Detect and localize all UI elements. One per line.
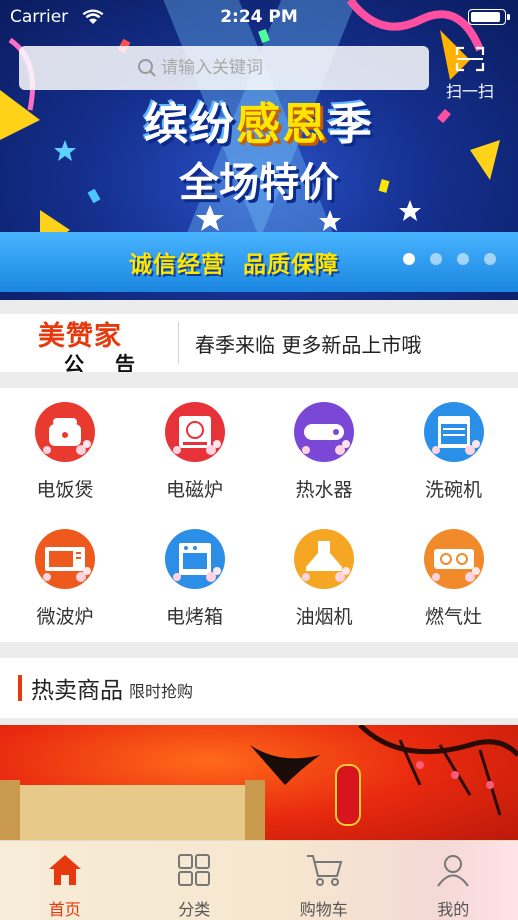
status-bar: Carrier 2:24 PM [0, 0, 518, 36]
battery-icon [468, 9, 510, 25]
carousel-dot[interactable] [484, 253, 496, 265]
tab-cart[interactable]: 购物车 [259, 841, 389, 920]
banner-title-end: 季 [328, 99, 374, 150]
category-label: 油烟机 [295, 606, 353, 628]
category-item[interactable]: 微波炉 [0, 515, 130, 640]
search-icon [138, 59, 156, 77]
category-label: 洗碗机 [424, 479, 482, 501]
tab-user[interactable]: 我的 [389, 841, 518, 920]
category-label: 电烤箱 [165, 606, 223, 628]
notice-bar[interactable]: 美赞家 公 告 春季来临 更多新品上市哦 [0, 314, 518, 376]
gas-stove-icon [423, 529, 484, 589]
scan-label: 扫一扫 [445, 82, 494, 101]
tab-grid[interactable]: 分类 [130, 841, 260, 920]
notice-divider [178, 322, 179, 364]
category-label: 微波炉 [36, 606, 94, 628]
category-item[interactable]: 洗碗机 [389, 388, 518, 513]
hero-banner[interactable]: Carrier 2:24 PM 扫一扫 缤纷感恩季 全场特价 诚信经营 品质保障 [0, 0, 518, 300]
banner-strip-text: 诚信经营 品质保障 [128, 252, 339, 278]
hot-subtitle: 限时抢购 [129, 682, 194, 701]
section-divider [0, 642, 518, 658]
scan-button[interactable]: 扫一扫 [440, 46, 500, 101]
rice-cooker-icon [35, 402, 95, 462]
category-label: 电磁炉 [165, 479, 223, 501]
tab-label: 首页 [48, 900, 81, 919]
category-item[interactable]: 热水器 [259, 388, 389, 513]
notice-text[interactable]: 春季来临 更多新品上市哦 [195, 329, 421, 358]
category-item[interactable]: 油烟机 [259, 515, 389, 640]
category-label: 热水器 [295, 479, 353, 501]
banner-title-yellow: 感恩 [236, 99, 328, 150]
banner-title-white: 缤纷 [144, 99, 236, 150]
tab-bar: 首页 分类 购物车 我的 [0, 840, 518, 920]
carousel-dot[interactable] [430, 253, 442, 265]
section-divider [0, 718, 518, 725]
carousel-dot[interactable] [403, 253, 415, 265]
banner-subtitle: 全场特价 [179, 160, 339, 206]
section-accent-bar [18, 675, 22, 701]
category-item[interactable]: 电烤箱 [130, 515, 260, 640]
microwave-icon [35, 529, 95, 589]
oven-icon [164, 529, 225, 589]
scan-icon [455, 46, 485, 72]
promo-decoration [0, 725, 518, 845]
battery-level [471, 12, 500, 22]
search-bar[interactable] [19, 46, 429, 90]
category-grid: 电饭煲 电磁炉 热水器 洗碗机微波炉 电烤箱 油烟机 燃气灶 [0, 388, 518, 642]
carousel-dot[interactable] [457, 253, 469, 265]
search-input[interactable] [161, 58, 311, 78]
tab-home[interactable]: 首页 [0, 841, 130, 920]
tab-label: 我的 [437, 900, 470, 919]
hot-section-header: 热卖商品 限时抢购 [0, 658, 518, 718]
range-hood-icon [294, 529, 354, 589]
tab-label: 购物车 [299, 900, 348, 919]
section-divider [0, 372, 518, 388]
water-heater-icon [294, 402, 354, 462]
category-label: 电饭煲 [36, 479, 94, 501]
category-label: 燃气灶 [424, 606, 482, 628]
carousel-dots[interactable] [403, 253, 496, 265]
category-item[interactable]: 电饭煲 [0, 388, 130, 513]
notice-logo: 美赞家 公 告 [0, 314, 178, 376]
category-item[interactable]: 电磁炉 [130, 388, 260, 513]
hot-title: 热卖商品 [31, 678, 123, 704]
section-divider [0, 300, 518, 314]
tab-label: 分类 [178, 900, 211, 919]
dishwasher-icon [423, 402, 484, 462]
clock: 2:24 PM [220, 7, 298, 27]
induction-cooker-icon [164, 402, 225, 462]
category-item[interactable]: 燃气灶 [389, 515, 518, 640]
promo-banner[interactable] [0, 725, 518, 845]
